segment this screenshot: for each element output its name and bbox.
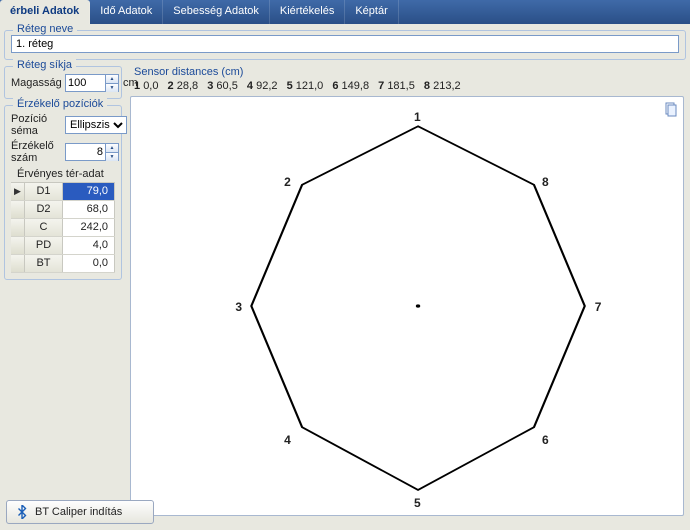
tab-speed-data[interactable]: Sebesség Adatok	[163, 0, 270, 24]
count-input[interactable]	[65, 143, 105, 161]
table-row[interactable]: D2 68,0	[11, 201, 115, 219]
bt-caliper-button[interactable]: BT Caliper indítás	[6, 500, 154, 524]
table-row[interactable]: PD 4,0	[11, 237, 115, 255]
table-row[interactable]: BT 0,0	[11, 255, 115, 273]
height-input[interactable]	[65, 74, 105, 92]
scheme-select[interactable]: Ellipszis	[65, 116, 127, 134]
distances-title: Sensor distances (cm)	[134, 66, 690, 78]
layer-name-group: Réteg neve	[4, 30, 686, 60]
table-row[interactable]: C 242,0	[11, 219, 115, 237]
clipboard-icon[interactable]	[663, 101, 679, 117]
positions-group: Érzékelő pozíciók Pozíció séma Ellipszis…	[4, 105, 122, 280]
table-header: Érvényes tér-adat	[17, 168, 115, 180]
height-unit: cm	[123, 77, 138, 89]
positions-legend: Érzékelő pozíciók	[13, 98, 107, 110]
tab-time-data[interactable]: Idő Adatok	[90, 0, 163, 24]
tab-evaluation[interactable]: Kiértékelés	[270, 0, 345, 24]
distances-values: 1 0,0 2 28,8 3 60,5 4 92,2 5 121,0 6 149…	[134, 80, 690, 92]
node-label-8: 8	[542, 175, 549, 189]
bluetooth-icon	[15, 505, 29, 519]
count-spinner[interactable]: ▲▼	[105, 143, 119, 161]
tab-bar: érbeli Adatok Idő Adatok Sebesség Adatok…	[0, 0, 690, 24]
node-label-3: 3	[235, 300, 242, 314]
plane-legend: Réteg síkja	[13, 59, 76, 71]
node-label-5: 5	[414, 496, 421, 510]
table-row[interactable]: ▶ D1 79,0	[11, 183, 115, 201]
scheme-label: Pozíció séma	[11, 113, 65, 137]
layer-name-input[interactable]	[11, 35, 679, 53]
height-label: Magasság	[11, 77, 65, 89]
bt-caliper-label: BT Caliper indítás	[35, 506, 122, 518]
node-label-2: 2	[284, 175, 291, 189]
node-label-1: 1	[414, 110, 421, 124]
node-label-7: 7	[595, 300, 602, 314]
height-spinner[interactable]: ▲▼	[105, 74, 119, 92]
tab-spatial-data[interactable]: érbeli Adatok	[0, 0, 90, 24]
node-label-6: 6	[542, 433, 549, 447]
layer-name-legend: Réteg neve	[13, 23, 77, 35]
count-label: Érzékelő szám	[11, 140, 65, 164]
values-table: ▶ D1 79,0 D2 68,0 C 242,0 PD 4,0	[11, 182, 115, 273]
distances-header: Sensor distances (cm) 1 0,0 2 28,8 3 60,…	[126, 62, 690, 92]
node-label-4: 4	[284, 433, 291, 447]
tab-gallery[interactable]: Képtár	[345, 0, 398, 24]
sensor-canvas: 1 2 3 4 5 6 7 8	[130, 96, 684, 516]
plane-group: Réteg síkja Magasság ▲▼ cm	[4, 66, 122, 99]
